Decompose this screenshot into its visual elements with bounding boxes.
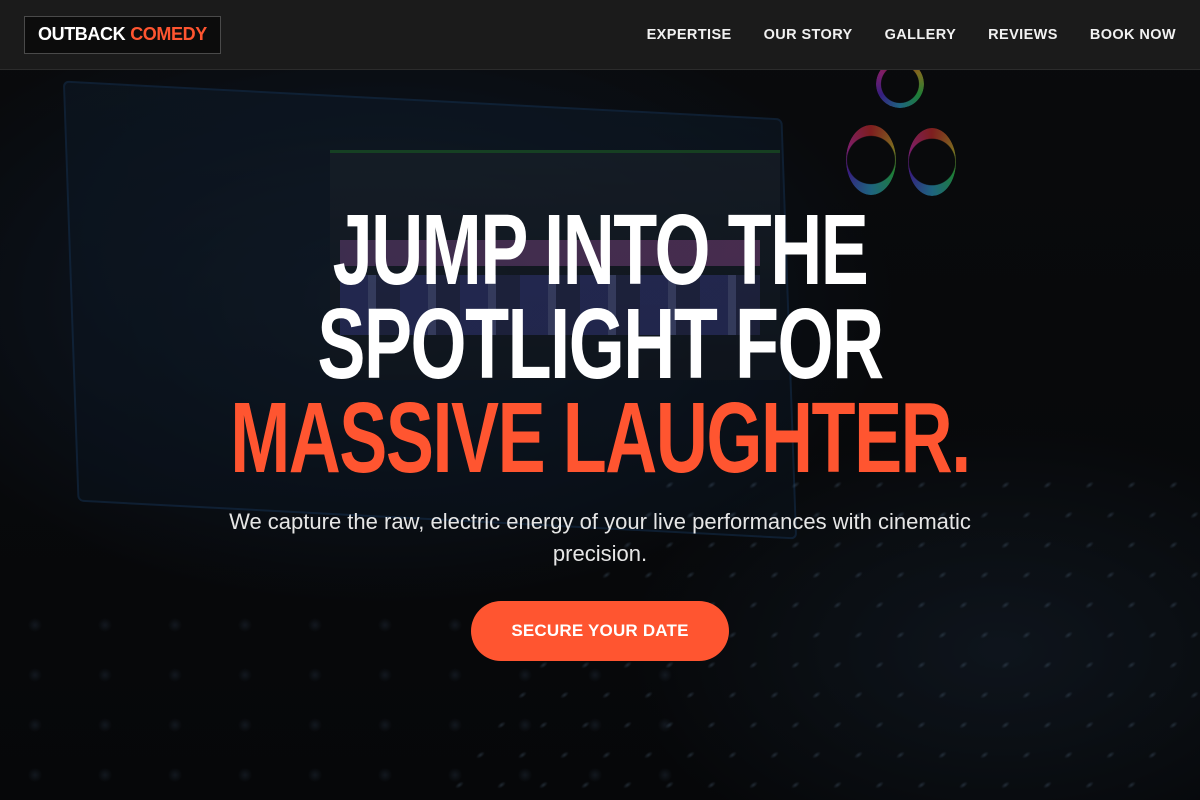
main-nav: EXPERTISE OUR STORY GALLERY REVIEWS BOOK… bbox=[615, 27, 1176, 43]
hero-subtitle: We capture the raw, electric energy of y… bbox=[229, 509, 971, 566]
nav-item-reviews[interactable]: REVIEWS bbox=[988, 27, 1058, 43]
logo-text-comedy: COMEDY bbox=[130, 24, 207, 44]
secure-your-date-button[interactable]: SECURE YOUR DATE bbox=[471, 601, 729, 661]
headline-line-2: SPOTLIGHT FOR bbox=[317, 288, 884, 400]
nav-item-expertise[interactable]: EXPERTISE bbox=[647, 27, 732, 43]
nav-item-our-story[interactable]: OUR STORY bbox=[764, 27, 853, 43]
logo-text-outback: OUTBACK bbox=[38, 24, 126, 44]
site-logo[interactable]: OUTBACK COMEDY bbox=[24, 15, 221, 54]
site-header: OUTBACK COMEDY EXPERTISE OUR STORY GALLE… bbox=[0, 0, 1200, 70]
headline-line-1: JUMP INTO THE bbox=[332, 194, 869, 306]
nav-item-book-now[interactable]: BOOK NOW bbox=[1090, 27, 1176, 43]
nav-item-gallery[interactable]: GALLERY bbox=[885, 27, 957, 43]
hero-section: JUMP INTO THE SPOTLIGHT FOR MASSIVE LAUG… bbox=[0, 0, 1200, 800]
headline-line-3-accent: MASSIVE LAUGHTER. bbox=[230, 382, 971, 494]
